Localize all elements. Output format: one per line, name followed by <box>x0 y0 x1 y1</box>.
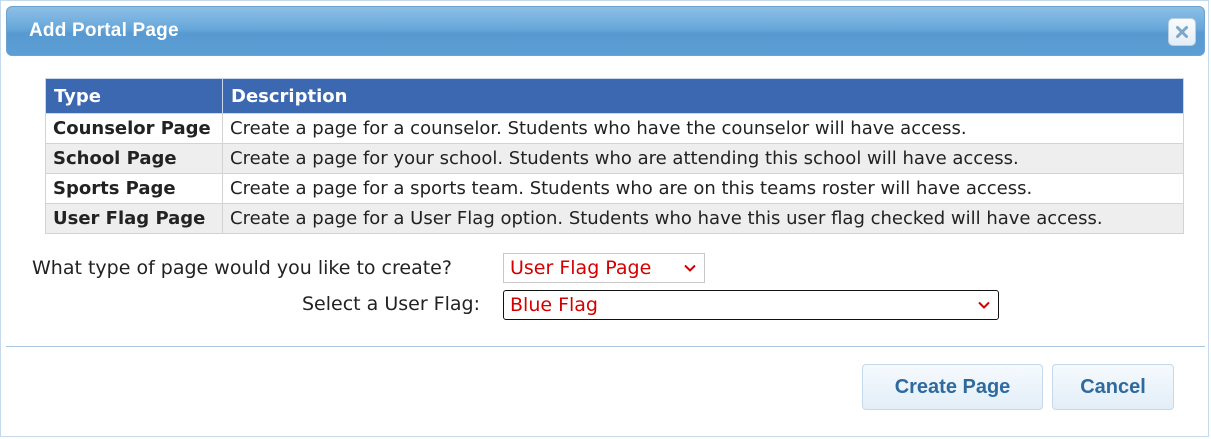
user-flag-select[interactable]: Blue Flag <box>503 290 999 320</box>
type-cell: Counselor Page <box>45 113 223 144</box>
user-flag-select-value: Blue Flag <box>510 294 598 316</box>
chevron-down-icon <box>684 264 696 272</box>
page-type-select-value: User Flag Page <box>510 257 652 279</box>
user-flag-label: Select a User Flag: <box>302 293 480 315</box>
type-cell: Sports Page <box>45 173 223 204</box>
table-row: School Page Create a page for your schoo… <box>45 143 1184 174</box>
dialog-title: Add Portal Page <box>29 20 179 41</box>
close-icon <box>1176 26 1188 38</box>
description-cell: Create a page for your school. Students … <box>222 143 1184 174</box>
add-portal-page-dialog: Add Portal Page Type Description Counsel… <box>0 0 1209 437</box>
description-cell: Create a page for a User Flag option. St… <box>222 203 1184 234</box>
cancel-button[interactable]: Cancel <box>1052 364 1174 410</box>
table-row: User Flag Page Create a page for a User … <box>45 203 1184 234</box>
table-row: Counselor Page Create a page for a couns… <box>45 113 1184 144</box>
column-header-type: Type <box>45 78 223 114</box>
page-type-select[interactable]: User Flag Page <box>503 253 705 283</box>
page-types-table: Type Description Counselor Page Create a… <box>45 78 1184 234</box>
type-cell: School Page <box>45 143 223 174</box>
page-type-label: What type of page would you like to crea… <box>32 257 452 279</box>
description-cell: Create a page for a sports team. Student… <box>222 173 1184 204</box>
chevron-down-icon <box>978 301 990 309</box>
close-button[interactable] <box>1168 18 1196 46</box>
footer-divider <box>6 346 1205 347</box>
dialog-titlebar[interactable]: Add Portal Page <box>6 6 1205 56</box>
table-header-row: Type Description <box>45 78 1184 114</box>
type-cell: User Flag Page <box>45 203 223 234</box>
column-header-description: Description <box>222 78 1184 114</box>
create-page-button[interactable]: Create Page <box>862 364 1043 410</box>
description-cell: Create a page for a counselor. Students … <box>222 113 1184 144</box>
table-row: Sports Page Create a page for a sports t… <box>45 173 1184 204</box>
